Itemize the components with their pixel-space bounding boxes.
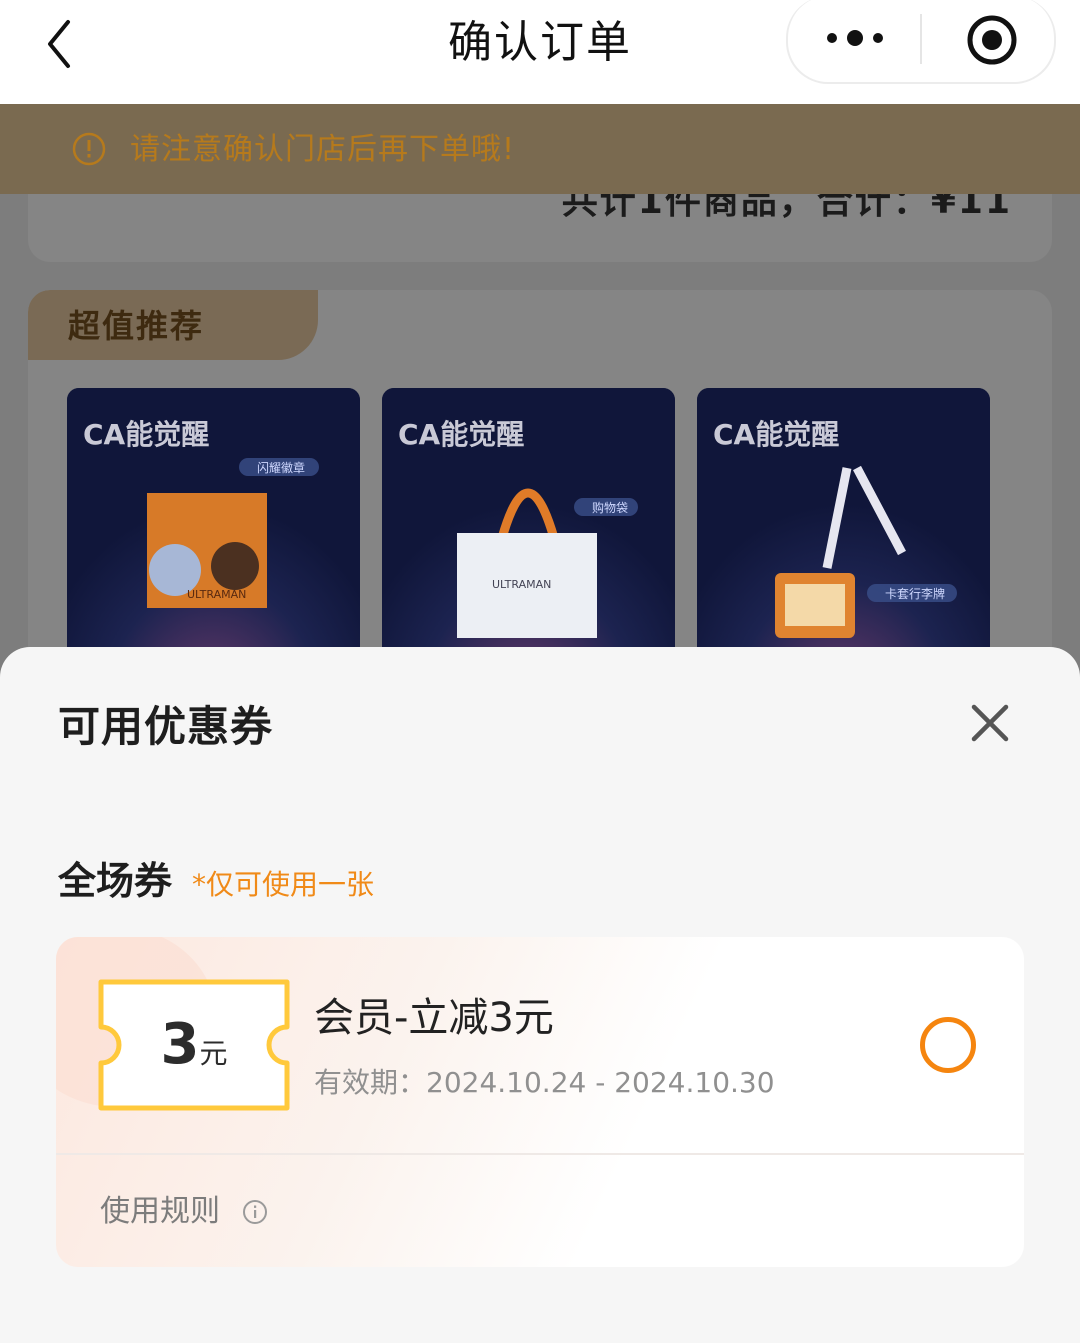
nav-bar: 确认订单: [0, 0, 1080, 104]
target-circle-icon[interactable]: [964, 12, 1020, 68]
coupon-divider: [56, 1153, 1024, 1155]
more-dots-icon[interactable]: [818, 14, 892, 62]
close-icon[interactable]: [966, 699, 1014, 747]
usage-rules-link[interactable]: 使用规则: [100, 1191, 220, 1233]
product-tag: 闪耀徽章: [257, 460, 305, 475]
coupon-card[interactable]: 3元 会员-立减3元 有效期：2024.10.24 - 2024.10.30 使…: [56, 937, 1024, 1267]
coupon-select-radio[interactable]: [920, 1017, 976, 1073]
mini-program-capsule: [786, 0, 1056, 84]
sheet-title: 可用优惠券: [58, 702, 274, 751]
capsule-divider: [920, 14, 922, 64]
coupon-name: 会员-立减3元: [314, 995, 554, 1041]
info-icon: [72, 132, 106, 166]
coupon-amount-number: 3: [160, 1012, 200, 1077]
product-badge-text: ULTRAMAN: [492, 578, 551, 591]
coupon-validity: 有效期：2024.10.24 - 2024.10.30: [314, 1066, 775, 1099]
notice-text: 请注意确认门店后再下单哦!: [130, 132, 516, 167]
notice-banner: 请注意确认门店后再下单哦!: [0, 104, 1080, 194]
section-note: *仅可使用一张: [192, 868, 375, 901]
coupon-amount-unit: 元: [199, 1037, 228, 1070]
product-tag: 购物袋: [592, 500, 628, 515]
info-icon[interactable]: [242, 1199, 268, 1225]
recommend-title: 超值推荐: [68, 307, 205, 345]
product-tag: 卡套行李牌: [885, 586, 945, 601]
coupon-amount: 3元: [98, 1015, 290, 1075]
coupon-ticket: 3元: [98, 979, 290, 1111]
product-badge-text: ULTRAMAN: [187, 588, 246, 601]
product-brand: CA能觉醒: [398, 418, 524, 451]
recommend-tab: 超值推荐: [28, 290, 318, 360]
coupon-sheet: 可用优惠券 全场券 *仅可使用一张 3元 会员-立减3元 有效期：2024.10…: [0, 647, 1080, 1343]
section-title: 全场券: [58, 859, 173, 903]
product-brand: CA能觉醒: [83, 418, 209, 451]
product-brand: CA能觉醒: [713, 418, 839, 451]
